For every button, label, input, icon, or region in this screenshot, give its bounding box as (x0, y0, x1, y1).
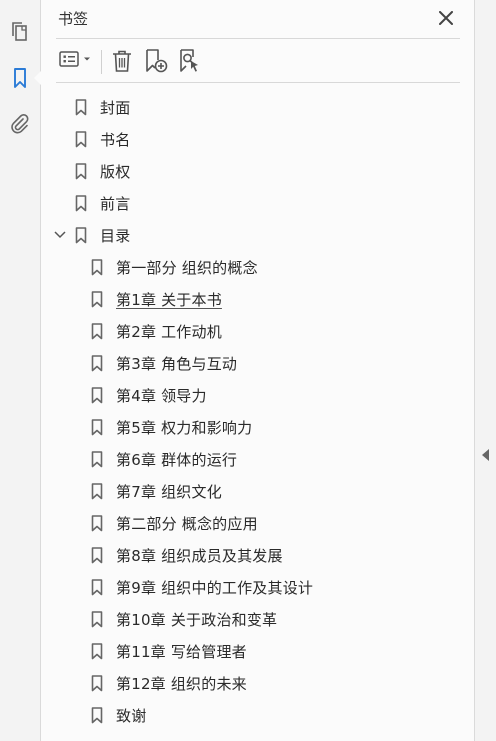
bookmark-icon (90, 482, 104, 500)
bookmark-icon (90, 450, 104, 468)
bookmark-label: 第9章 组织中的工作及其设计 (116, 578, 314, 597)
bookmark-label: 第8章 组织成员及其发展 (116, 546, 283, 565)
bookmark-icon (90, 514, 104, 532)
bookmark-item[interactable]: 第9章 组织中的工作及其设计 (90, 572, 313, 602)
bookmark-item[interactable]: 第7章 组织文化 (90, 476, 222, 506)
page-thumbnails-icon[interactable] (6, 18, 34, 46)
bookmark-item[interactable]: 封面 (74, 92, 130, 122)
bookmark-label: 第10章 关于政治和变革 (116, 610, 278, 629)
bookmark-icon (90, 546, 104, 564)
bookmark-item[interactable]: 前言 (74, 188, 130, 218)
active-panel-indicator (34, 71, 41, 85)
bookmark-icon (74, 162, 88, 180)
bookmark-label: 第6章 群体的运行 (116, 450, 238, 469)
bookmark-icon (90, 418, 104, 436)
bookmark-item[interactable]: 书名 (74, 124, 130, 154)
bookmark-label: 第11章 写给管理者 (116, 642, 247, 661)
bookmark-icon (90, 386, 104, 404)
bookmark-label: 第2章 工作动机 (116, 322, 222, 341)
bookmark-label: 前言 (100, 194, 131, 213)
bookmark-item[interactable]: 第11章 写给管理者 (90, 636, 247, 666)
bookmark-options-button[interactable] (56, 46, 96, 76)
panel-title: 书签 (58, 10, 89, 28)
bookmark-label: 第12章 组织的未来 (116, 674, 247, 693)
bookmark-item[interactable]: 第1章 关于本书 (90, 284, 222, 314)
bookmark-label: 第3章 角色与互动 (116, 354, 238, 373)
bookmark-item[interactable]: 第2章 工作动机 (90, 316, 222, 346)
bookmark-label: 第二部分 概念的应用 (116, 514, 258, 533)
bookmark-label: 第5章 权力和影响力 (116, 418, 253, 437)
bookmark-item[interactable]: 第二部分 概念的应用 (90, 508, 258, 538)
bookmark-icon (74, 130, 88, 148)
collapse-arrow-icon[interactable] (479, 445, 493, 465)
attachment-icon[interactable] (6, 110, 34, 138)
bookmark-label: 目录 (100, 226, 131, 245)
bookmark-item[interactable]: 致谢 (90, 700, 146, 730)
new-bookmark-icon[interactable] (142, 46, 170, 76)
bookmark-icon (90, 290, 104, 308)
bookmark-label: 第7章 组织文化 (116, 482, 222, 501)
bookmark-label: 致谢 (116, 706, 147, 725)
bookmark-icon (90, 354, 104, 372)
bookmark-icon (74, 194, 88, 212)
bookmark-item[interactable]: 第3章 角色与互动 (90, 348, 237, 378)
divider (56, 82, 460, 83)
bookmark-label: 第一部分 组织的概念 (116, 258, 258, 277)
close-icon[interactable] (436, 8, 456, 28)
bookmark-item[interactable]: 第6章 群体的运行 (90, 444, 237, 474)
toolbar-separator (101, 50, 102, 74)
bookmark-label: 版权 (100, 162, 131, 181)
bookmark-icon (90, 674, 104, 692)
find-current-bookmark-icon[interactable] (176, 46, 204, 76)
bookmarks-panel: 书签 封面书名版权前言目录第一部分 组织的概念 第1章 关于本书 第2章 工作动… (42, 0, 474, 741)
bookmark-label: 书名 (100, 130, 131, 149)
bookmark-icon (90, 642, 104, 660)
bookmark-icon (74, 226, 88, 244)
bookmark-item[interactable]: 第12章 组织的未来 (90, 668, 247, 698)
bookmark-item[interactable]: 第5章 权力和影响力 (90, 412, 252, 442)
bookmark-label: 封面 (100, 98, 131, 117)
chevron-down-icon[interactable] (54, 229, 66, 241)
navigation-rail (0, 0, 41, 741)
bookmark-icon (90, 578, 104, 596)
trash-icon[interactable] (108, 46, 136, 76)
bookmark-options-icon (58, 49, 94, 73)
bookmark-icon (90, 258, 104, 276)
bookmark-icon (74, 98, 88, 116)
right-pane-strip (474, 0, 496, 741)
bookmark-icon[interactable] (6, 64, 34, 92)
bookmark-item[interactable]: 第4章 领导力 (90, 380, 207, 410)
bookmark-item[interactable]: 目录 (74, 220, 130, 250)
bookmark-item[interactable]: 版权 (74, 156, 130, 186)
bookmark-item[interactable]: 第8章 组织成员及其发展 (90, 540, 283, 570)
divider (56, 38, 460, 39)
bookmark-icon (90, 706, 104, 724)
bookmark-label: 第1章 关于本书 (116, 290, 222, 309)
bookmark-icon (90, 322, 104, 340)
bookmark-icon (90, 610, 104, 628)
bookmark-item[interactable]: 第10章 关于政治和变革 (90, 604, 277, 634)
bookmark-label: 第4章 领导力 (116, 386, 207, 405)
bookmark-item[interactable]: 第一部分 组织的概念 (90, 252, 258, 282)
bookmarks-toolbar (56, 46, 460, 78)
